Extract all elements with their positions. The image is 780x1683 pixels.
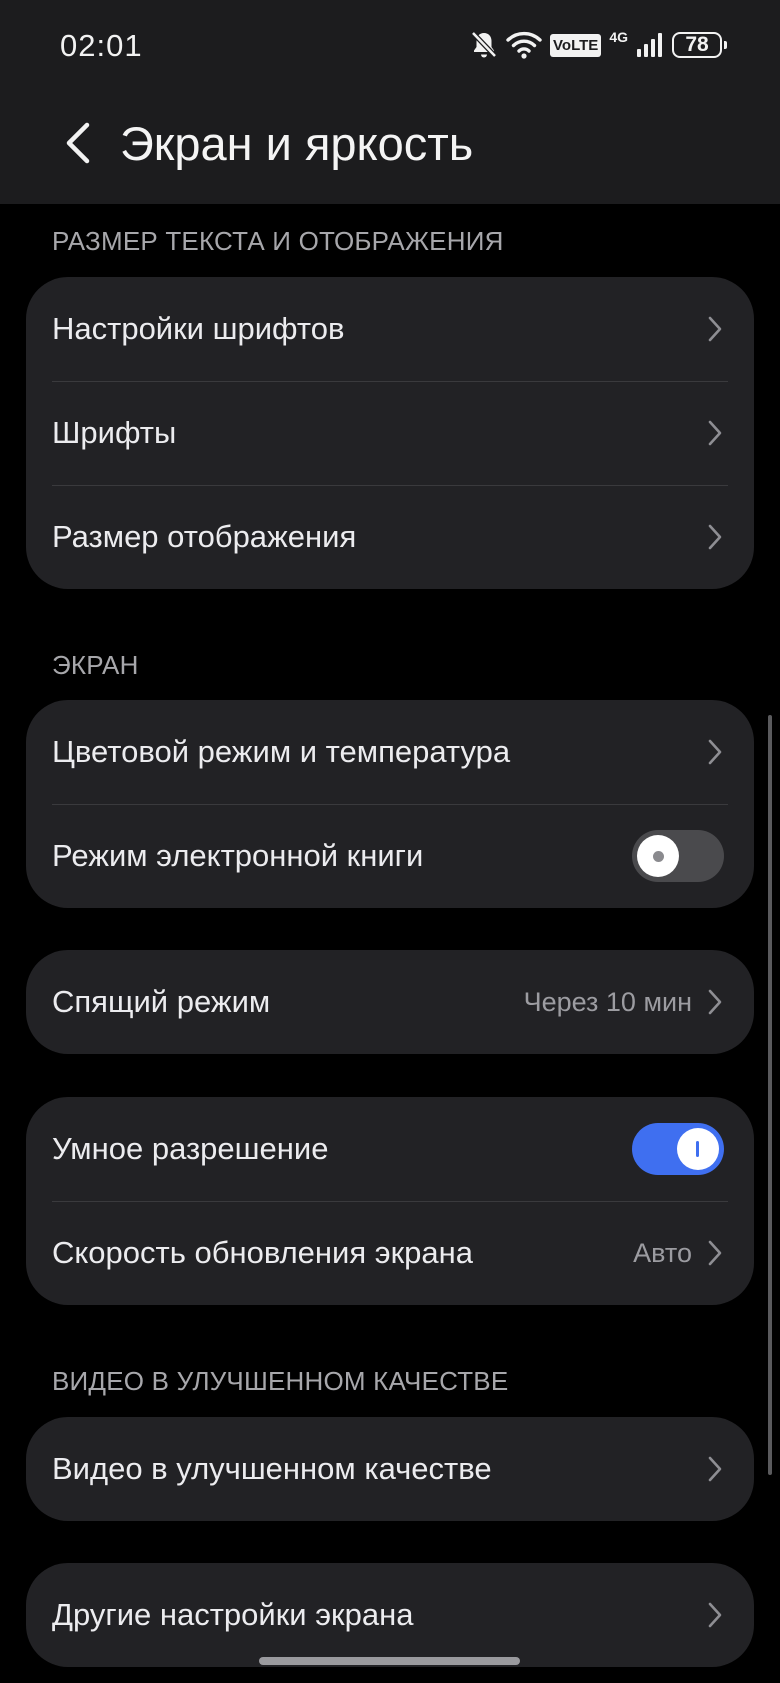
toggle-knob: [677, 1128, 719, 1170]
status-icons: VoLTE 4G 78: [470, 29, 727, 60]
chevron-right-icon: [706, 737, 724, 767]
page-title: Экран и яркость: [120, 117, 474, 170]
battery-level: 78: [685, 33, 709, 56]
status-time: 02:01: [60, 28, 143, 63]
row-label: Шрифты: [52, 415, 177, 450]
row-value: Авто: [633, 1237, 692, 1268]
row-display-size[interactable]: Размер отображения: [26, 485, 754, 589]
bell-muted-icon: [470, 30, 498, 60]
signal-icon: [636, 31, 664, 59]
section-title-text-size: РАЗМЕР ТЕКСТА И ОТОБРАЖЕНИЯ: [52, 226, 504, 256]
network-type: 4G: [609, 29, 628, 45]
row-other-settings[interactable]: Другие настройки экрана: [26, 1563, 754, 1667]
card-sleep: Спящий режим Через 10 мин: [26, 950, 754, 1054]
card-screen: Цветовой режим и температура Режим элект…: [26, 700, 754, 908]
row-video-enhance[interactable]: Видео в улучшенном качестве: [26, 1417, 754, 1521]
card-text-size: Настройки шрифтов Шрифты Размер отображе…: [26, 277, 754, 589]
chevron-right-icon: [706, 314, 724, 344]
chevron-right-icon: [706, 522, 724, 552]
volte-badge: VoLTE: [550, 33, 602, 57]
row-label: Видео в улучшенном качестве: [52, 1451, 492, 1486]
row-label: Скорость обновления экрана: [52, 1235, 473, 1270]
app-header: 02:01 VoLTE 4G 78 Экран и яркость: [0, 0, 780, 204]
chevron-right-icon: [706, 1238, 724, 1268]
row-fonts[interactable]: Шрифты: [26, 381, 754, 485]
row-sleep[interactable]: Спящий режим Через 10 мин: [26, 950, 754, 1054]
chevron-left-icon: [66, 122, 90, 164]
battery-icon: 78: [672, 32, 727, 58]
row-label: Умное разрешение: [52, 1131, 329, 1166]
row-label: Спящий режим: [52, 984, 271, 1019]
row-ebook-mode: Режим электронной книги: [26, 804, 754, 908]
row-color-mode[interactable]: Цветовой режим и температура: [26, 700, 754, 804]
card-video: Видео в улучшенном качестве: [26, 1417, 754, 1521]
scrollbar[interactable]: [768, 715, 772, 1475]
row-label: Настройки шрифтов: [52, 311, 345, 346]
chevron-right-icon: [706, 1454, 724, 1484]
card-other: Другие настройки экрана: [26, 1563, 754, 1667]
back-button[interactable]: [56, 117, 100, 169]
section-title-screen: ЭКРАН: [52, 650, 139, 680]
toggle-knob: [637, 835, 679, 877]
chevron-right-icon: [706, 987, 724, 1017]
smart-resolution-toggle[interactable]: [632, 1123, 724, 1175]
row-smart-resolution: Умное разрешение: [26, 1097, 754, 1201]
ebook-mode-toggle[interactable]: [632, 830, 724, 882]
card-resolution: Умное разрешение Скорость обновления экр…: [26, 1097, 754, 1305]
row-label: Другие настройки экрана: [52, 1597, 414, 1632]
section-title-video: ВИДЕО В УЛУЧШЕННОМ КАЧЕСТВЕ: [52, 1366, 509, 1396]
chevron-right-icon: [706, 418, 724, 448]
row-label: Режим электронной книги: [52, 838, 424, 873]
wifi-icon: [506, 30, 542, 60]
row-refresh-rate[interactable]: Скорость обновления экрана Авто: [26, 1201, 754, 1305]
row-label: Размер отображения: [52, 519, 357, 554]
row-font-settings[interactable]: Настройки шрифтов: [26, 277, 754, 381]
row-value: Через 10 мин: [523, 986, 692, 1017]
home-indicator[interactable]: [259, 1657, 520, 1665]
row-label: Цветовой режим и температура: [52, 734, 511, 769]
chevron-right-icon: [706, 1600, 724, 1630]
